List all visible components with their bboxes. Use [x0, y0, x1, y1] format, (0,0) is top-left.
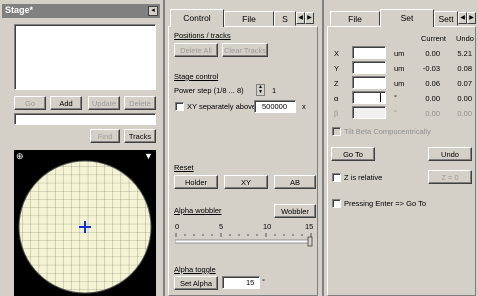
axis-alpha-current: 0.00 — [425, 94, 440, 103]
go-button[interactable]: Go — [14, 96, 46, 110]
dropdown-arrow-icon[interactable]: ▼ — [144, 152, 154, 162]
xy-separately-value: 500000 — [262, 102, 288, 111]
alpha-wobbler-slider[interactable] — [174, 233, 313, 247]
undo-button[interactable]: Undo — [428, 147, 472, 161]
tab-scroll-right-button[interactable]: ▶ — [305, 12, 314, 24]
power-step-spinner[interactable]: ▲ ▼ — [256, 84, 265, 96]
axis-z-current: 0.06 — [425, 79, 440, 88]
axis-beta-undo: 0.00 — [457, 109, 472, 118]
axis-z-input[interactable] — [352, 76, 386, 89]
axis-z-unit: um — [394, 79, 405, 88]
set-alpha-button[interactable]: Set Alpha — [174, 276, 218, 290]
clear-tracks-button[interactable]: Clear Tracks — [222, 43, 268, 57]
tracks-button[interactable]: Tracks — [124, 129, 156, 143]
axis-x-current: 0.00 — [425, 49, 440, 58]
stage-positions-list[interactable] — [14, 24, 156, 90]
axis-beta-current: 0.00 — [425, 109, 440, 118]
axis-x-unit: um — [394, 49, 405, 58]
wobbler-button[interactable]: Wobbler — [274, 204, 316, 218]
zoom-icon[interactable]: ⊕ — [16, 152, 26, 162]
holder-button[interactable]: Holder — [174, 175, 218, 189]
tilt-beta-label: Tilt Beta Compucentrically — [344, 127, 431, 136]
text-cursor — [380, 93, 381, 102]
axis-alpha-unit: ° — [394, 93, 397, 102]
axis-z-undo: 0.07 — [457, 79, 472, 88]
goto-button[interactable]: Go To — [331, 147, 375, 161]
alpha-toggle-header: Alpha toggle — [174, 265, 216, 274]
xy-separately-label: XY separately above — [187, 102, 257, 111]
axis-y-current: -0.03 — [422, 64, 440, 73]
splitter-2[interactable] — [322, 0, 324, 296]
slider-tick-10: 10 — [263, 222, 272, 231]
right-tab-scroll-right-button[interactable]: ▶ — [467, 12, 476, 24]
axis-y-label: Y — [334, 64, 340, 73]
alpha-value: 15 — [246, 278, 255, 287]
xy-separately-unit: x — [302, 102, 306, 111]
col-undo-header: Undo — [456, 34, 474, 43]
ab-reset-button[interactable]: AB — [274, 175, 316, 189]
z-relative-label: Z is relative — [344, 173, 383, 182]
stage-map-svg — [18, 160, 152, 294]
tab-set[interactable]: Set — [380, 9, 434, 27]
pressing-enter-checkbox[interactable] — [332, 199, 341, 208]
axis-alpha-undo: 0.00 — [457, 94, 472, 103]
pressing-enter-label: Pressing Enter => Go To — [344, 199, 426, 208]
axis-z-label: Z — [334, 79, 339, 88]
axis-beta-input[interactable] — [352, 106, 386, 119]
tab-s[interactable]: S — [274, 11, 296, 26]
slider-tick-5: 5 — [219, 222, 224, 231]
positions-header: Positions / tracks — [174, 31, 231, 40]
alpha-wobbler-header: Alpha wobbler — [174, 206, 222, 215]
splitter[interactable] — [163, 0, 165, 296]
stage-title: Stage* — [5, 5, 34, 15]
z-zero-button[interactable]: Z = 0 — [428, 170, 472, 184]
tilt-beta-checkbox[interactable] — [332, 127, 341, 136]
reset-header: Reset — [174, 163, 194, 172]
slider-svg — [174, 233, 313, 247]
xy-reset-button[interactable]: XY — [224, 175, 268, 189]
axis-y-unit: um — [394, 64, 405, 73]
stage-name-input[interactable] — [14, 113, 156, 125]
delete-all-button[interactable]: Delete All — [174, 43, 218, 57]
update-button[interactable]: Update — [88, 96, 120, 110]
add-button[interactable]: Add — [50, 96, 82, 110]
power-step-label: Power step (1/8 ... 8) — [174, 86, 244, 95]
collapse-icon[interactable]: ◂ — [148, 6, 158, 16]
find-button[interactable]: Find — [90, 129, 120, 143]
axis-x-input[interactable] — [352, 46, 386, 59]
tab-file[interactable]: File — [224, 11, 274, 26]
z-relative-checkbox[interactable] — [332, 173, 341, 182]
axis-y-input[interactable] — [352, 61, 386, 74]
right-tab-scroll-left-button[interactable]: ◀ — [458, 12, 467, 24]
axis-y-undo: 0.08 — [457, 64, 472, 73]
power-step-value: 1 — [272, 86, 277, 95]
axis-beta-label: β — [334, 109, 339, 118]
tab-file-right[interactable]: File — [330, 11, 380, 26]
slider-tick-15: 15 — [305, 222, 314, 231]
stage-map[interactable]: ⊕ ▼ — [14, 150, 156, 296]
slider-tick-0: 0 — [175, 222, 180, 231]
tab-scroll-left-button[interactable]: ◀ — [296, 12, 305, 24]
tab-sett[interactable]: Sett — [434, 11, 458, 26]
xy-separately-checkbox[interactable] — [175, 102, 184, 111]
delete-button[interactable]: Delete — [124, 96, 156, 110]
stage-control-header: Stage control — [174, 72, 219, 81]
middle-tab-body — [168, 26, 318, 296]
axis-x-label: X — [334, 49, 340, 58]
tab-control[interactable]: Control — [170, 9, 224, 27]
axis-alpha-label: α — [334, 94, 339, 103]
axis-beta-unit: ° — [394, 108, 397, 117]
axis-x-undo: 5.21 — [457, 49, 472, 58]
alpha-unit: ° — [262, 277, 265, 286]
col-current-header: Current — [421, 34, 447, 43]
